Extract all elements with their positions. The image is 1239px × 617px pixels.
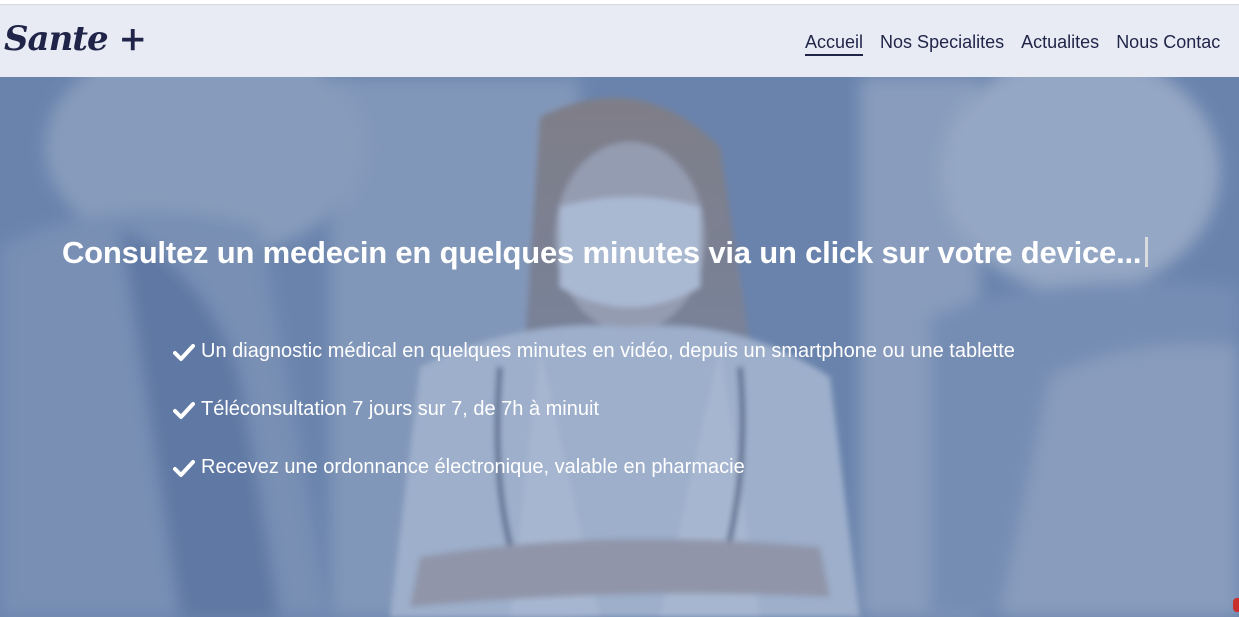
feature-text: Recevez une ordonnance électronique, val…: [201, 456, 745, 478]
nav-link-specialites[interactable]: Nos Specialites: [880, 32, 1004, 53]
feature-text: Téléconsultation 7 jours sur 7, de 7h à …: [201, 398, 599, 420]
check-icon: [173, 402, 195, 419]
feature-item: Un diagnostic médical en quelques minute…: [173, 340, 1015, 398]
hero-section: Consultez un medecin en quelques minutes…: [0, 77, 1239, 617]
check-icon: [173, 344, 195, 361]
nav-link-contact[interactable]: Nous Contac: [1116, 32, 1220, 53]
logo[interactable]: Sante +: [4, 19, 147, 59]
check-icon: [173, 460, 195, 477]
feature-text: Un diagnostic médical en quelques minute…: [201, 340, 1015, 362]
navbar: Sante + Accueil Nos Specialites Actualit…: [0, 5, 1239, 77]
feature-item: Recevez une ordonnance électronique, val…: [173, 456, 1015, 514]
typing-cursor: [1145, 237, 1149, 267]
hero-headline: Consultez un medecin en quelques minutes…: [62, 235, 1149, 271]
hero-headline-text: Consultez un medecin en quelques minutes…: [62, 235, 1142, 270]
nav-link-accueil[interactable]: Accueil: [805, 32, 864, 56]
feature-list: Un diagnostic médical en quelques minute…: [173, 340, 1015, 514]
floating-action-edge[interactable]: [1233, 598, 1239, 612]
nav-menu: Accueil Nos Specialites Actualites Nous …: [805, 32, 1232, 56]
feature-item: Téléconsultation 7 jours sur 7, de 7h à …: [173, 398, 1015, 456]
nav-link-actualites[interactable]: Actualites: [1021, 32, 1099, 53]
